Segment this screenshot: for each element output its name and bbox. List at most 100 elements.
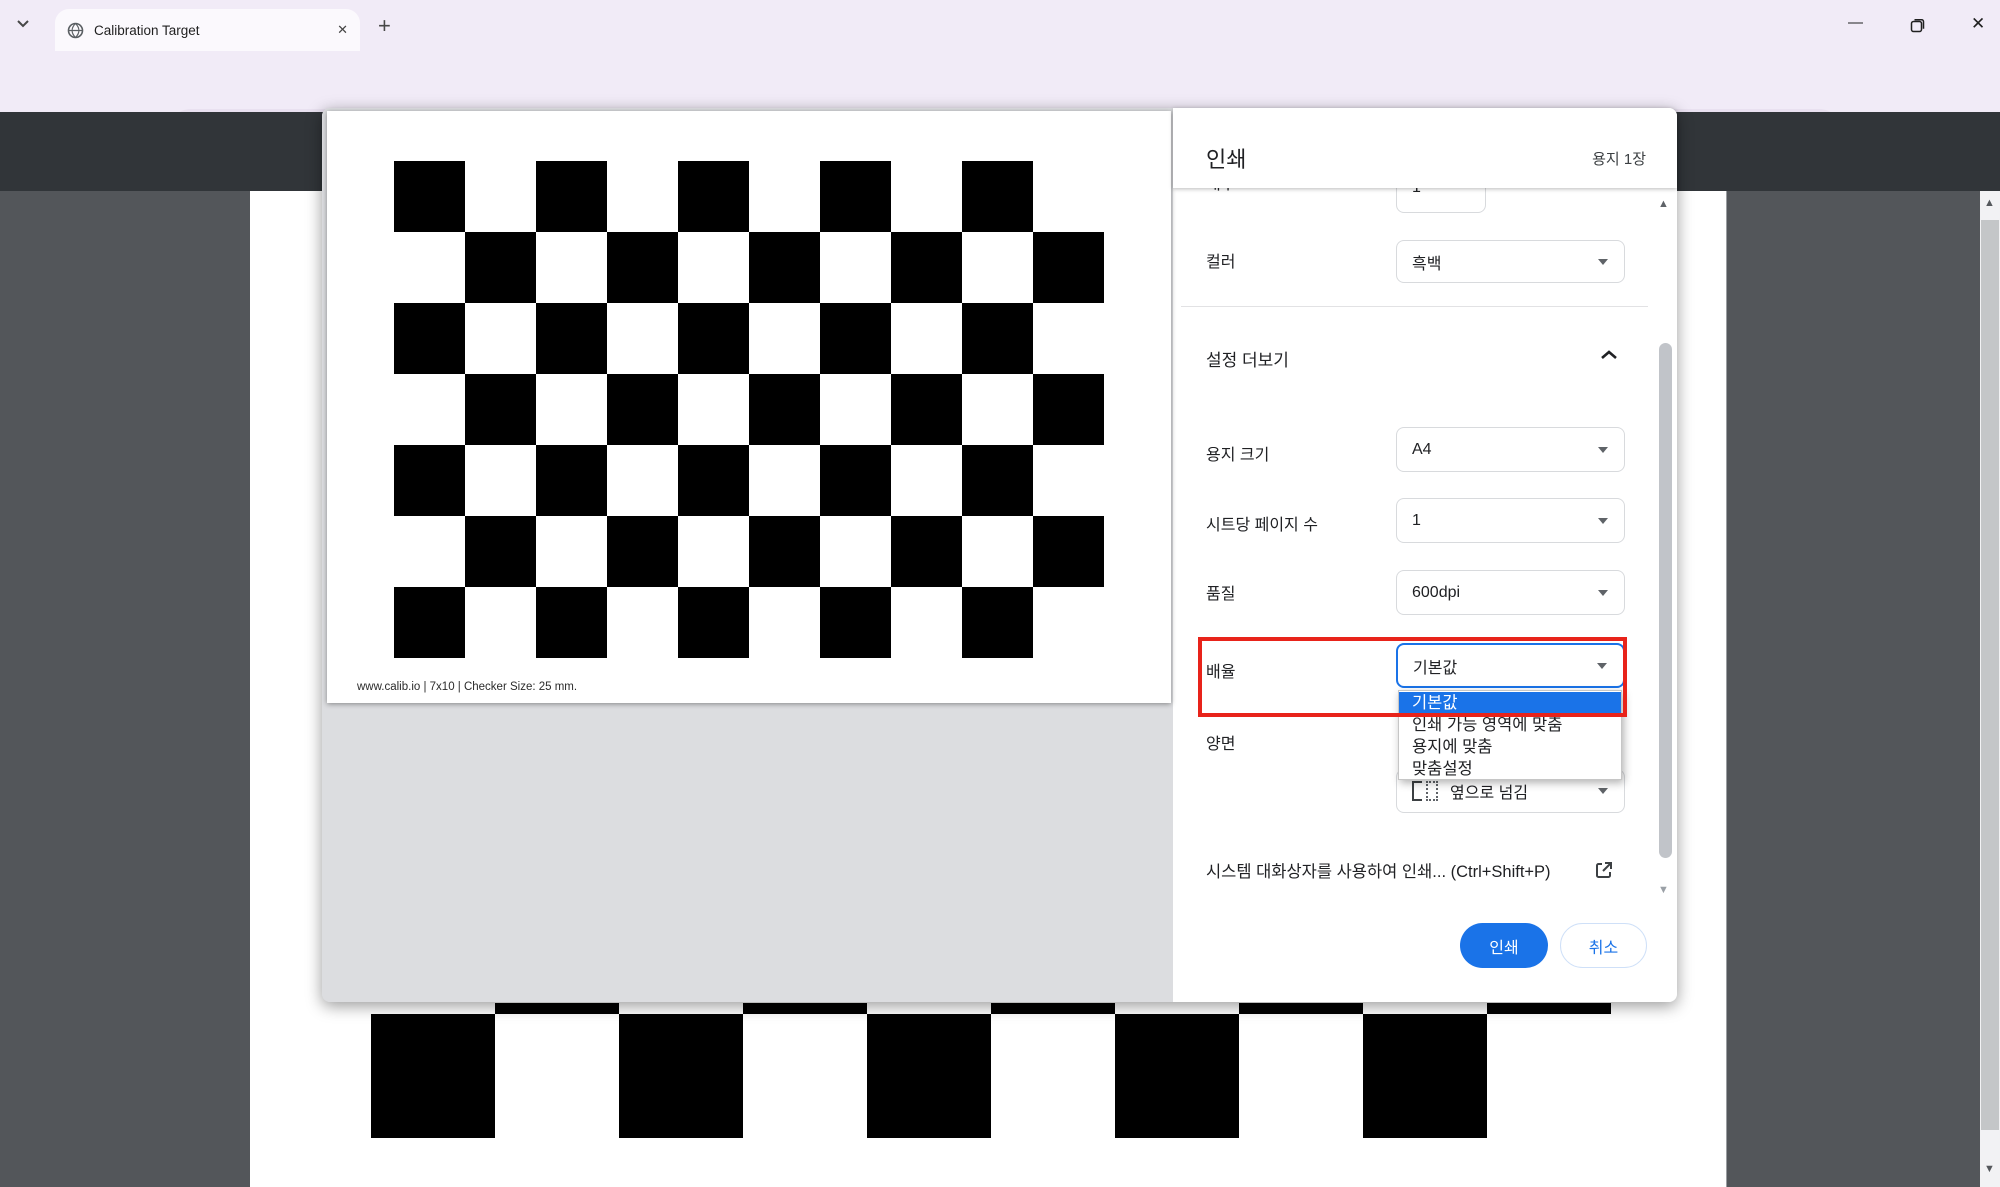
checker-square-behind [991, 1003, 1115, 1014]
checker-square-behind [619, 1014, 743, 1138]
checker-square [465, 232, 536, 303]
tab-title: Calibration Target [94, 23, 337, 38]
checker-square-behind [1487, 1003, 1611, 1014]
checker-square-behind [1363, 1014, 1487, 1138]
checker-square [749, 516, 820, 587]
checker-square [749, 374, 820, 445]
checker-square [465, 374, 536, 445]
chevron-down-icon [1597, 663, 1607, 669]
checker-square [820, 161, 891, 232]
checker-square-behind [743, 1003, 867, 1014]
pages-per-sheet-select[interactable]: 1 [1396, 498, 1625, 543]
browser-tab[interactable]: Calibration Target ✕ [55, 9, 360, 51]
chevron-down-icon [1598, 590, 1608, 596]
checker-square [1033, 374, 1104, 445]
color-select[interactable]: 흑백 [1396, 240, 1625, 283]
checker-square [536, 445, 607, 516]
checker-square [536, 303, 607, 374]
checker-square [678, 303, 749, 374]
scale-option[interactable]: 기본값 [1399, 692, 1621, 714]
checker-square [536, 161, 607, 232]
checker-square [962, 445, 1033, 516]
address-bar-row: ← → ↻ 파일 C:/Program%20Files/CAPLANET/Utt… [0, 51, 2000, 112]
checker-square [962, 587, 1033, 658]
flip-long-edge-icon [1412, 781, 1438, 801]
viewer-scrollbar-thumb[interactable] [1981, 220, 1999, 1130]
new-tab-button[interactable]: + [378, 15, 391, 37]
viewer-scrollbar[interactable]: ▲ ▼ [1980, 191, 2000, 1187]
checkerboard-preview [394, 161, 1104, 658]
checker-square [891, 232, 962, 303]
pages-per-sheet-label: 시트당 페이지 수 [1206, 511, 1318, 535]
tab-search-chevron-icon[interactable] [12, 12, 34, 34]
checker-square [394, 303, 465, 374]
section-divider [1181, 306, 1648, 307]
checker-square [536, 587, 607, 658]
chevron-down-icon [1598, 259, 1608, 265]
checker-square-behind [1239, 1003, 1363, 1014]
duplex-label: 양면 [1206, 730, 1235, 754]
checker-square [394, 587, 465, 658]
checker-square [820, 587, 891, 658]
sheet-count: 용지 1장 [1560, 148, 1646, 169]
checker-square [891, 374, 962, 445]
chevron-down-icon [1598, 788, 1608, 794]
checkerboard-caption: www.calib.io | 7x10 | Checker Size: 25 m… [357, 681, 577, 693]
checker-square [1033, 516, 1104, 587]
checker-square [607, 516, 678, 587]
tab-close-icon[interactable]: ✕ [337, 22, 348, 38]
browser-window: Calibration Target ✕ + — ✕ ← → ↻ 파일 C:/P… [0, 0, 2000, 1187]
scale-dropdown-list: 기본값인쇄 가능 영역에 맞춤용지에 맞춤맞춤설정 [1398, 690, 1622, 780]
cancel-button[interactable]: 취소 [1560, 923, 1647, 968]
scroll-up-icon[interactable]: ▲ [1984, 197, 1995, 209]
scale-label: 배율 [1206, 658, 1235, 682]
checker-square [465, 516, 536, 587]
maximize-button[interactable] [1910, 18, 1925, 33]
quality-select[interactable]: 600dpi [1396, 570, 1625, 615]
chevron-down-icon [1598, 447, 1608, 453]
chevron-down-icon [1598, 518, 1608, 524]
scale-option[interactable]: 인쇄 가능 영역에 맞춤 [1399, 714, 1621, 736]
scale-select[interactable]: 기본값 [1396, 643, 1625, 688]
viewer-background-left [0, 191, 250, 1187]
checker-square [962, 303, 1033, 374]
viewer-background-right [1726, 191, 1980, 1187]
checker-square [678, 161, 749, 232]
checker-square-behind [867, 1014, 991, 1138]
close-window-button[interactable]: ✕ [1971, 14, 1985, 34]
external-link-icon[interactable] [1594, 860, 1614, 880]
checker-square [820, 445, 891, 516]
system-print-dialog-link[interactable]: 시스템 대화상자를 사용하여 인쇄... (Ctrl+Shift+P) [1206, 858, 1551, 882]
panel-scroll-up-icon[interactable]: ▲ [1658, 198, 1669, 210]
tab-strip: Calibration Target ✕ + — ✕ [0, 0, 2000, 51]
paper-size-label: 용지 크기 [1206, 441, 1269, 465]
checker-square [749, 232, 820, 303]
more-settings-label[interactable]: 설정 더보기 [1206, 346, 1289, 371]
checker-square [607, 232, 678, 303]
quality-label: 품질 [1206, 580, 1235, 604]
chevron-up-icon[interactable] [1600, 349, 1618, 361]
print-dialog-title: 인쇄 [1206, 142, 1246, 174]
checker-square [891, 516, 962, 587]
color-label: 컬러 [1206, 248, 1235, 272]
checker-square [678, 587, 749, 658]
minimize-button[interactable]: — [1848, 14, 1863, 31]
paper-size-select[interactable]: A4 [1396, 427, 1625, 472]
checker-square [962, 161, 1033, 232]
print-button[interactable]: 인쇄 [1460, 923, 1548, 968]
favicon-globe-icon [67, 22, 84, 39]
checker-square [394, 161, 465, 232]
checker-square [394, 445, 465, 516]
panel-scroll-down-icon[interactable]: ▼ [1658, 884, 1669, 896]
checker-square [678, 445, 749, 516]
scale-option[interactable]: 용지에 맞춤 [1399, 736, 1621, 758]
checker-square [820, 303, 891, 374]
checker-square [607, 374, 678, 445]
checker-square-behind [1115, 1014, 1239, 1138]
scroll-down-icon[interactable]: ▼ [1984, 1163, 1995, 1175]
checker-square [1033, 232, 1104, 303]
scale-option[interactable]: 맞춤설정 [1399, 758, 1621, 780]
checker-square-behind [371, 1014, 495, 1138]
checker-square-behind [495, 1003, 619, 1014]
panel-scrollbar-thumb[interactable] [1659, 343, 1672, 858]
